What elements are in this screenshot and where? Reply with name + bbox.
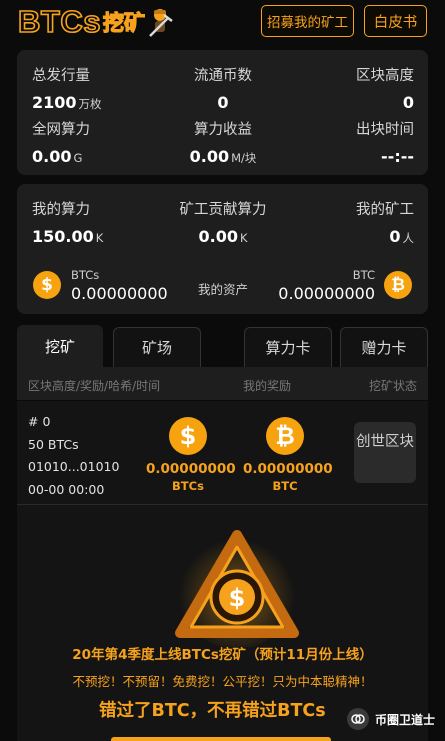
watermark: 币圈卫道士 xyxy=(347,708,435,730)
btc-reward: ₿ 0.00000000 BTC xyxy=(243,417,333,493)
block-hash: 01010...01010 xyxy=(28,459,120,474)
miner-power-value: 0.00 xyxy=(198,227,238,246)
block-time-value: --:-- xyxy=(381,147,414,166)
power-income-label: 算力收益 xyxy=(194,122,252,138)
total-issue-unit: 万枚 xyxy=(78,97,102,111)
start-mining-button[interactable] xyxy=(111,737,331,741)
block-time-stat: 出块时间 --:-- xyxy=(356,118,414,166)
block-row-info: # 0 50 BTCs 01010...01010 00-00 00:00 xyxy=(28,411,119,501)
btc-reward-unit: BTC xyxy=(272,479,298,493)
tab-power-card[interactable]: 算力卡 xyxy=(244,327,332,367)
logo-subtitle: 挖矿 xyxy=(102,10,145,35)
network-power-label: 全网算力 xyxy=(32,122,90,138)
circulating-value: 0 xyxy=(217,93,229,112)
fair-mining-slogan: 不预挖！不预留！免费挖！公平挖！只为中本聪精神！ xyxy=(72,674,373,689)
miner-power-stat: 矿工贡献算力 0.00 K xyxy=(163,198,283,246)
circulating-stat: 流通币数 0 xyxy=(173,64,273,112)
recruit-miners-button[interactable]: 招募我的矿工 xyxy=(261,5,354,37)
block-height-stat: 区块高度 0 xyxy=(356,64,414,112)
btcs-reward-amount: 0.00000000 xyxy=(146,461,236,477)
circulating-label: 流通币数 xyxy=(194,68,252,84)
miner-power-label: 矿工贡献算力 xyxy=(179,202,267,218)
total-issue-stat: 总发行量 2100 万枚 xyxy=(32,64,102,112)
btc-asset-label: BTC xyxy=(352,268,375,282)
svg-text:$: $ xyxy=(229,584,246,612)
block-time-label: 出块时间 xyxy=(356,122,414,138)
tab-gift-power-card[interactable]: 赠力卡 xyxy=(340,327,428,367)
block-height-label: 区块高度 xyxy=(356,68,414,84)
my-power-stat: 我的算力 150.00 K xyxy=(32,198,103,246)
my-miners-value: 0 xyxy=(389,227,401,246)
btcs-asset-label: BTCs xyxy=(71,268,100,282)
network-stats-card: 总发行量 2100 万枚 流通币数 0 区块高度 0 全网算力 0.00 G 算力收… xyxy=(17,50,428,175)
mining-table-header: 区块高度/奖励/哈希/时间 我的奖励 挖矿状态 xyxy=(17,367,428,400)
total-issue-value: 2100 xyxy=(32,93,77,112)
watermark-label: 币圈卫道士 xyxy=(375,712,436,727)
mining-panel: # 0 50 BTCs 01010...01010 00-00 00:00 $ … xyxy=(17,401,428,741)
my-power-value: 150.00 xyxy=(32,227,94,246)
bitcoin-coin-icon: ₿ xyxy=(384,271,412,299)
col-block-info: 区块高度/奖励/哈希/时间 xyxy=(28,379,161,393)
assets-label: 我的资产 xyxy=(198,282,249,297)
block-reward: 50 BTCs xyxy=(28,436,79,452)
total-issue-label: 总发行量 xyxy=(32,68,90,84)
block-height-value: 0 xyxy=(402,93,414,112)
my-power-unit: K xyxy=(95,231,104,245)
bitcoin-coin-icon: ₿ xyxy=(266,417,304,455)
genesis-block-status[interactable]: 创世区块 xyxy=(354,422,416,483)
btcs-asset-value: 0.00000000 xyxy=(71,284,168,303)
promo-headline: 错过了BTC，不再错过BTCs xyxy=(99,701,326,721)
btc-reward-amount: 0.00000000 xyxy=(243,461,333,477)
block-time: 00-00 00:00 xyxy=(28,481,105,497)
my-miners-unit: 人 xyxy=(402,231,415,245)
my-mining-card: 我的算力 150.00 K 矿工贡献算力 0.00 K 我的矿工 0人 $ BTCs… xyxy=(17,184,428,314)
dollar-coin-icon: $ xyxy=(33,271,61,299)
app-header: BTCs 挖矿 招募我的矿工 白皮书 xyxy=(0,0,445,44)
miner-power-unit: K xyxy=(239,231,248,245)
launch-notice: 20年第4季度上线BTCs挖矿（预计11月份上线） xyxy=(72,647,373,663)
power-income-stat: 算力收益 0.00 M/块 xyxy=(163,118,283,166)
tab-mine-field[interactable]: 矿场 xyxy=(113,327,201,367)
col-status: 挖矿状态 xyxy=(368,379,417,393)
my-power-label: 我的算力 xyxy=(32,202,90,218)
mining-emblem-icon: $ xyxy=(175,530,299,647)
my-miners-stat: 我的矿工 0人 xyxy=(356,198,414,246)
block-height: # 0 xyxy=(28,414,51,429)
network-power-unit: G xyxy=(73,151,83,165)
tab-mining[interactable]: 挖矿 xyxy=(17,325,103,367)
power-income-unit: M/块 xyxy=(231,151,257,165)
power-income-value: 0.00 xyxy=(189,147,230,166)
miner-mascot-icon xyxy=(149,9,173,37)
mining-tabs: 挖矿 矿场 算力卡 赠力卡 xyxy=(17,325,428,367)
app-logo: BTCs 挖矿 xyxy=(17,2,173,42)
col-my-reward: 我的奖励 xyxy=(243,379,292,393)
row-divider xyxy=(17,504,428,505)
btcs-reward: $ 0.00000000 BTCs xyxy=(146,417,236,493)
wechat-channel-icon xyxy=(347,708,369,730)
my-miners-label: 我的矿工 xyxy=(356,202,414,218)
network-power-value: 0.00 xyxy=(32,147,72,166)
btc-asset-value: 0.00000000 xyxy=(278,284,375,303)
network-power-stat: 全网算力 0.00 G xyxy=(32,118,90,166)
whitepaper-button[interactable]: 白皮书 xyxy=(364,5,427,37)
dollar-coin-icon: $ xyxy=(169,417,207,455)
btcs-reward-unit: BTCs xyxy=(172,479,204,493)
logo-text: BTCs xyxy=(17,3,101,40)
